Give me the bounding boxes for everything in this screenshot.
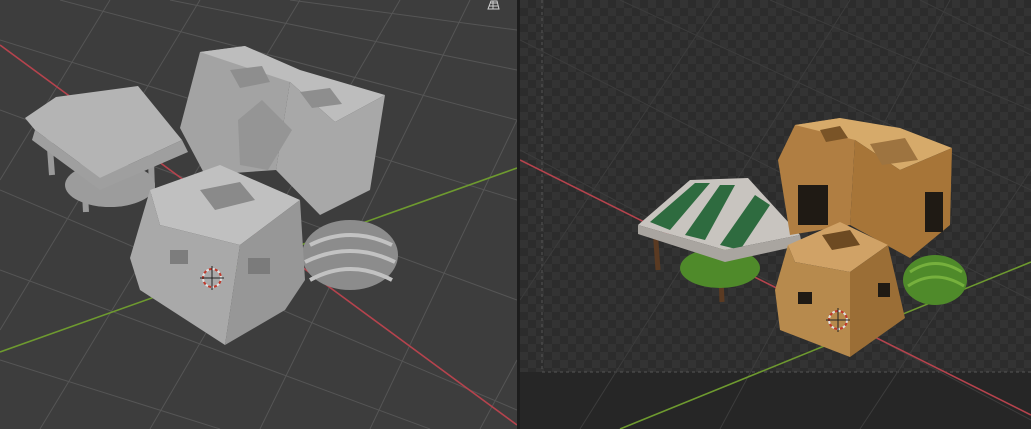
- transparent-film-background: [520, 0, 1031, 372]
- hay-bundles[interactable]: [302, 220, 398, 290]
- mud-brick-house-small[interactable]: [130, 165, 305, 345]
- hay-bundles[interactable]: [903, 255, 967, 305]
- outside-camera-region: [520, 372, 1031, 429]
- viewport-solid[interactable]: [0, 0, 517, 429]
- viewport-rendered[interactable]: [520, 0, 1031, 429]
- viewport-solid-canvas[interactable]: [0, 0, 517, 429]
- viewport-rendered-canvas[interactable]: [520, 0, 1031, 429]
- grid-overlay-icon[interactable]: [486, 0, 500, 10]
